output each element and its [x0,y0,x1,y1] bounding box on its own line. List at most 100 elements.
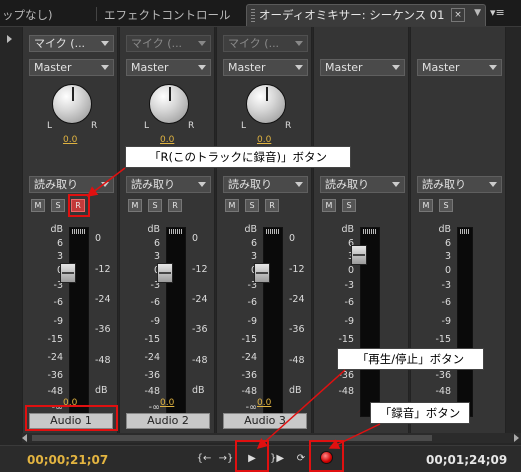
solo-button[interactable]: S [245,199,259,212]
fader-scale-label: -15 [144,334,160,345]
solo-button[interactable]: S [342,199,356,212]
automation-mode-select[interactable]: 読み取り [126,176,211,193]
loop-icon[interactable]: ⟳ [293,452,309,466]
current-timecode[interactable]: 00;00;21;07 [27,453,108,467]
solo-button[interactable]: S [51,199,65,212]
meter-scale-label: -24 [192,294,208,305]
meter-scale-label: -24 [95,294,111,305]
chevron-down-icon [295,65,303,70]
highlight-play [235,440,269,472]
duration-timecode: 00;01;24;09 [426,453,508,467]
peak-indicator[interactable] [169,229,183,234]
panel-menu-icon[interactable]: ▾≡ [490,6,505,19]
pan-value[interactable]: 0.0 [63,135,77,145]
peak-indicator[interactable] [72,229,86,234]
mute-button[interactable]: M [128,199,142,212]
record-track-button[interactable]: R [265,199,279,212]
mute-button[interactable]: M [322,199,336,212]
output-select[interactable]: Master [126,59,211,76]
fader-scale-label: -48 [435,386,451,397]
fader-scale-label: -24 [47,352,63,363]
solo-button[interactable]: S [148,199,162,212]
knob-indicator [169,87,171,101]
chevron-down-icon [295,182,303,187]
highlight-record [309,440,344,472]
input-select[interactable]: マイク (... [126,35,211,52]
track-name-field[interactable]: Audio 3 [223,413,307,429]
solo-button[interactable]: S [439,199,453,212]
peak-indicator[interactable] [266,229,280,234]
meter-scale-label: dB [289,385,302,396]
meter-scale-label: -48 [192,355,208,366]
volume-fader[interactable] [254,263,270,283]
meter-scale-label: 0 [289,233,296,244]
close-tab-icon[interactable]: × [451,8,465,22]
pan-knob[interactable] [149,84,189,124]
tab-previous[interactable]: ップなし) [0,3,88,27]
scroll-right-icon[interactable] [514,434,519,442]
volume-value[interactable]: 0.0 [257,398,271,408]
tab-dropdown-icon[interactable]: ▼ [474,8,481,18]
automation-mode-select[interactable]: 読み取り [320,176,405,193]
volume-fader[interactable] [157,263,173,283]
chevron-down-icon [392,182,400,187]
callout-record: 「録音」ボタン [370,402,470,424]
tab-grip-icon[interactable] [251,9,255,23]
fader-scale-label: 3 [444,251,451,262]
input-select[interactable]: マイク (... [29,35,114,52]
highlight-record-track [68,194,90,217]
go-to-out-icon[interactable]: →} [218,452,234,466]
input-select[interactable]: マイク (... [223,35,308,52]
pan-right-label: R [285,121,292,131]
volume-fader[interactable] [60,263,76,283]
track-name-field[interactable]: Audio 2 [126,413,210,429]
pan-knob[interactable] [52,84,92,124]
pan-value[interactable]: 0.0 [257,135,271,145]
volume-value[interactable]: 0.0 [160,398,174,408]
highlight-track-name [25,405,118,431]
meter-scale-label: -12 [95,264,111,275]
fader-scale-label: 0 [33,265,63,276]
fader-scale-label: 6 [347,238,354,249]
fader-scale-label: -3 [150,280,160,291]
pan-knob[interactable] [246,84,286,124]
meter-scale-label: -36 [289,324,305,335]
tab-audio-mixer[interactable]: オーディオミキサー: シーケンス 01 × ▼ [246,4,486,26]
expand-effects-icon[interactable] [7,35,12,43]
peak-indicator[interactable] [363,229,377,234]
pan-value[interactable]: 0.0 [160,135,174,145]
go-to-in-icon[interactable]: {← [196,452,212,466]
track-strip: マイク (... Master L R 0.0 読み取り M S R dB 6 … [216,27,312,439]
scroll-left-icon[interactable] [22,434,27,442]
meter-scale-label: 0 [192,233,199,244]
output-select[interactable]: Master [223,59,308,76]
fader-scale-label: -48 [144,386,160,397]
pan-right-label: R [91,121,98,131]
meter-scale-label: -48 [95,355,111,366]
horizontal-scrollbar[interactable] [22,433,521,443]
fader-scale-label: 3 [153,251,160,262]
mute-button[interactable]: M [225,199,239,212]
output-select[interactable]: Master [417,59,502,76]
meter-scale-label: -24 [289,294,305,305]
meter-scale-label: -12 [289,264,305,275]
volume-fader[interactable] [351,245,367,265]
fader-scale-label: -3 [247,280,257,291]
automation-mode-select[interactable]: 読み取り [223,176,308,193]
record-track-button[interactable]: R [168,199,182,212]
fader-scale-label: 0 [227,265,257,276]
scrollbar-thumb[interactable] [32,435,432,441]
meter-scale-label: -36 [192,324,208,335]
automation-mode-select[interactable]: 読み取り [417,176,502,193]
peak-indicator[interactable] [460,229,470,234]
play-in-to-out-icon[interactable]: }▶ [269,452,285,466]
fader-scale-label: -24 [241,352,257,363]
tab-effect-controls[interactable]: エフェクトコントロール [104,3,244,27]
automation-mode-select[interactable]: 読み取り [29,176,114,193]
mute-button[interactable]: M [31,199,45,212]
fader-scale-label: -36 [241,370,257,381]
output-select[interactable]: Master [29,59,114,76]
fader-scale-label: -∞ [148,402,160,413]
mute-button[interactable]: M [419,199,433,212]
output-select[interactable]: Master [320,59,405,76]
